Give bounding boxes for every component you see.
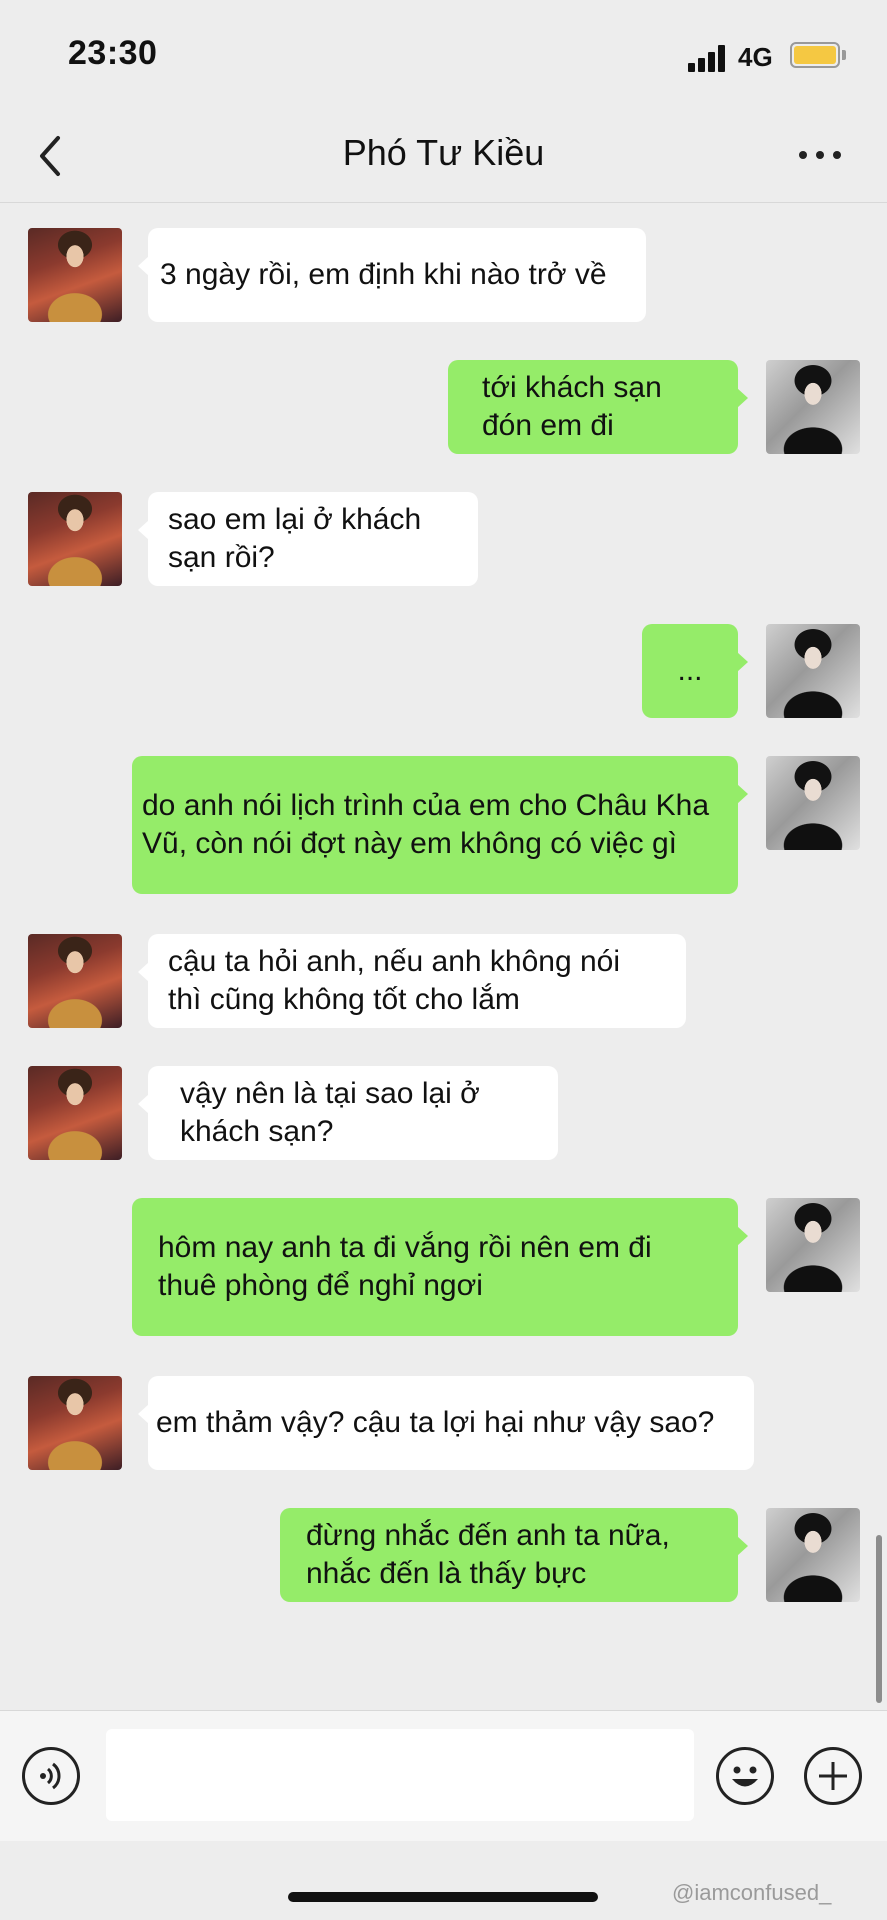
watermark-handle: @iamconfused_ (672, 1880, 832, 1905)
outgoing-message: hôm nay anh ta đi vắng rồi nên em đi thu… (132, 1198, 748, 1336)
contact-avatar[interactable] (28, 1376, 122, 1470)
contact-avatar[interactable] (28, 1066, 122, 1160)
outgoing-message: tới khách sạn đón em đi (448, 360, 748, 454)
voice-icon[interactable] (22, 1747, 80, 1805)
incoming-message: 3 ngày rồi, em định khi nào trở về (138, 228, 646, 322)
outgoing-message: đừng nhắc đến anh ta nữa, nhắc đến là th… (280, 1508, 748, 1602)
emoji-icon[interactable] (716, 1747, 774, 1805)
contact-avatar[interactable] (28, 934, 122, 1028)
user-avatar[interactable] (766, 1198, 860, 1292)
incoming-message: vậy nên là tại sao lại ở khách sạn? (138, 1066, 558, 1160)
scrollbar[interactable] (876, 1535, 882, 1703)
user-avatar[interactable] (766, 756, 860, 850)
user-avatar[interactable] (766, 624, 860, 718)
message-input[interactable] (106, 1729, 694, 1821)
outgoing-message: do anh nói lịch trình của em cho Châu Kh… (132, 756, 748, 894)
plus-icon[interactable] (804, 1747, 862, 1805)
user-avatar[interactable] (766, 1508, 860, 1602)
outgoing-message: ... (642, 624, 748, 718)
incoming-message: sao em lại ở khách sạn rồi? (138, 492, 478, 586)
message-list[interactable]: 3 ngày rồi, em định khi nào trở về tới k… (0, 0, 887, 1703)
contact-avatar[interactable] (28, 492, 122, 586)
input-bar (0, 1710, 887, 1841)
home-indicator[interactable] (288, 1892, 598, 1902)
incoming-message: em thảm vậy? cậu ta lợi hại như vậy sao? (138, 1376, 754, 1470)
contact-avatar[interactable] (28, 228, 122, 322)
user-avatar[interactable] (766, 360, 860, 454)
incoming-message: cậu ta hỏi anh, nếu anh không nói thì cũ… (138, 934, 686, 1028)
